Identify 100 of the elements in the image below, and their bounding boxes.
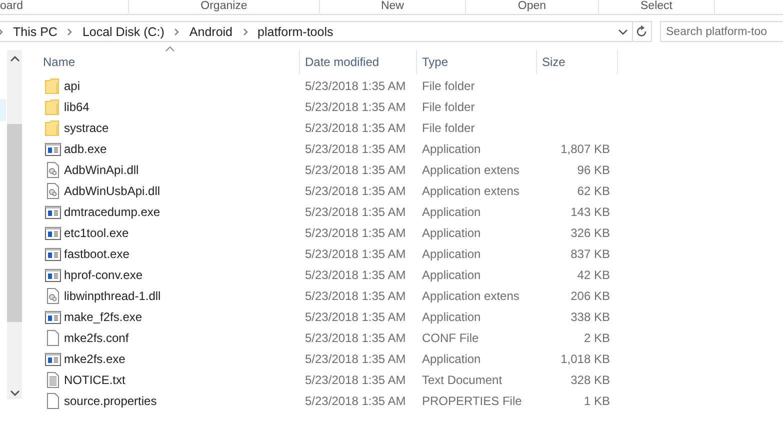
file-type: CONF File	[422, 330, 479, 344]
date-modified: 5/23/2018 1:35 AM	[305, 100, 406, 114]
file-name[interactable]: hprof-conv.exe	[64, 268, 142, 282]
file-name[interactable]: api	[64, 78, 80, 92]
application-window-icon	[45, 308, 61, 324]
file-name[interactable]: AdbWinUsbApi.dll	[64, 184, 160, 198]
file-name[interactable]: lib64	[64, 100, 90, 114]
file-name[interactable]: mke2fs.conf	[64, 330, 129, 344]
file-size: 42 KB	[577, 268, 610, 282]
file-size: 1 KB	[584, 394, 610, 408]
application-window-icon	[45, 350, 61, 366]
date-modified: 5/23/2018 1:35 AM	[305, 352, 406, 366]
file-type: Application extens	[422, 184, 520, 198]
file-type: Application extens	[422, 162, 520, 176]
column-header[interactable]: Date modified	[300, 50, 417, 74]
file-type: Application	[422, 352, 481, 366]
gear-document-icon	[45, 182, 61, 198]
ribbon-group-label: Open	[518, 0, 546, 13]
date-modified: 5/23/2018 1:35 AM	[305, 142, 406, 156]
scrollbar-thumb[interactable]	[7, 124, 22, 322]
breadcrumb-item[interactable]: This PC	[13, 24, 58, 38]
file-name[interactable]: AdbWinApi.dll	[64, 162, 139, 176]
file-name[interactable]: NOTICE.txt	[64, 372, 126, 386]
file-type: Application extens	[422, 288, 520, 302]
gear-document-icon	[45, 288, 61, 304]
file-name[interactable]: adb.exe	[64, 142, 107, 156]
gear-document-icon	[45, 162, 61, 178]
file-size: 143 KB	[570, 204, 610, 218]
file-name[interactable]: mke2fs.exe	[64, 352, 126, 366]
file-name[interactable]: etc1tool.exe	[64, 226, 129, 240]
scroll-down-icon[interactable]	[10, 390, 20, 396]
breadcrumb-item[interactable]: Android	[189, 24, 233, 38]
address-bar[interactable]: This PC Local Disk (C:) Android platform-tools	[0, 21, 652, 42]
column-header[interactable]: Size	[537, 50, 618, 74]
date-modified: 5/23/2018 1:35 AM	[305, 372, 406, 386]
file-name[interactable]: libwinpthread-1.dll	[64, 288, 161, 302]
column-header[interactable]: Name	[30, 50, 300, 74]
search-field[interactable]: Search platform-too	[660, 21, 783, 42]
file-size: 206 KB	[570, 288, 610, 302]
scrollbar[interactable]	[7, 50, 22, 399]
dropdown-icon[interactable]	[618, 28, 628, 34]
file-size: 338 KB	[570, 310, 610, 324]
date-modified: 5/23/2018 1:35 AM	[305, 310, 406, 324]
file-name[interactable]: systrace	[64, 120, 109, 134]
ribbon-group-label: Select	[640, 0, 672, 13]
date-modified: 5/23/2018 1:35 AM	[305, 288, 406, 302]
file-type: Application	[422, 310, 481, 324]
file-size: 62 KB	[577, 184, 610, 198]
application-window-icon	[45, 204, 61, 220]
file-size: 96 KB	[577, 162, 610, 176]
file-name[interactable]: make_f2fs.exe	[64, 310, 142, 324]
file-type: Application	[422, 204, 481, 218]
application-window-icon	[45, 246, 61, 262]
text-document-icon	[45, 372, 61, 388]
ribbon-group-label: oard	[0, 0, 24, 13]
date-modified: 5/23/2018 1:35 AM	[305, 226, 406, 240]
date-modified: 5/23/2018 1:35 AM	[305, 184, 406, 198]
file-name[interactable]: source.properties	[64, 394, 157, 408]
date-modified: 5/23/2018 1:35 AM	[305, 204, 406, 218]
blank-document-icon	[45, 392, 61, 408]
file-type: File folder	[422, 100, 475, 114]
application-window-icon	[45, 140, 61, 156]
file-name[interactable]: dmtracedump.exe	[64, 204, 160, 218]
file-size: 328 KB	[570, 372, 610, 386]
ribbon-group-label: New	[380, 0, 404, 13]
file-name[interactable]: fastboot.exe	[64, 246, 130, 260]
date-modified: 5/23/2018 1:35 AM	[305, 268, 406, 282]
folder-icon	[45, 120, 61, 136]
file-size: 1,807 KB	[560, 142, 610, 156]
chevron-icon	[173, 28, 180, 36]
ribbon-group-label: Organize	[200, 0, 248, 13]
folder-icon	[45, 98, 61, 114]
file-type: File folder	[422, 78, 475, 92]
sort-caret-icon	[164, 46, 174, 52]
date-modified: 5/23/2018 1:35 AM	[305, 120, 406, 134]
file-type: Application	[422, 142, 481, 156]
date-modified: 5/23/2018 1:35 AM	[305, 78, 406, 92]
date-modified: 5/23/2018 1:35 AM	[305, 394, 406, 408]
column-header[interactable]: Type	[417, 50, 537, 74]
chevron-icon	[242, 28, 249, 36]
file-type: Application	[422, 268, 481, 282]
date-modified: 5/23/2018 1:35 AM	[305, 162, 406, 176]
scroll-up-icon[interactable]	[10, 56, 20, 62]
file-type: Text Document	[422, 372, 502, 386]
file-size: 2 KB	[584, 330, 610, 344]
file-type: PROPERTIES File	[422, 394, 522, 408]
breadcrumb-item[interactable]: Local Disk (C:)	[82, 24, 164, 38]
file-type: Application	[422, 246, 481, 260]
application-window-icon	[45, 266, 61, 282]
date-modified: 5/23/2018 1:35 AM	[305, 330, 406, 344]
breadcrumb-item[interactable]: platform-tools	[258, 24, 334, 38]
blank-document-icon	[45, 330, 61, 346]
file-type: Application	[422, 226, 481, 240]
file-type: File folder	[422, 120, 475, 134]
file-size: 326 KB	[570, 226, 610, 240]
folder-icon	[45, 78, 61, 94]
date-modified: 5/23/2018 1:35 AM	[305, 246, 406, 260]
application-window-icon	[45, 224, 61, 240]
file-size: 837 KB	[570, 246, 610, 260]
file-size: 1,018 KB	[560, 352, 610, 366]
